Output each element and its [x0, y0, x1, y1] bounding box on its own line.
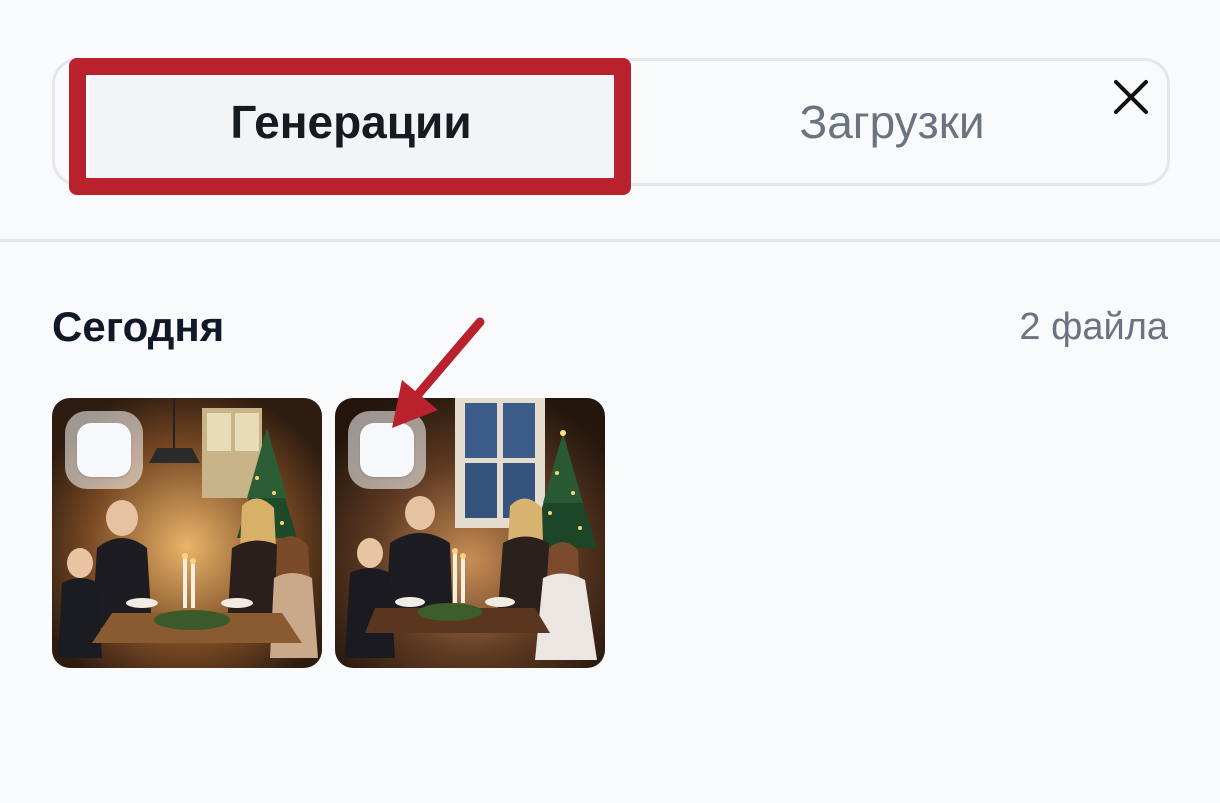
tab-generations[interactable]: Генерации — [89, 61, 613, 183]
close-button[interactable] — [1108, 74, 1154, 120]
checkbox-box — [360, 423, 414, 477]
checkbox-box — [77, 423, 131, 477]
select-checkbox[interactable] — [65, 411, 143, 489]
file-count: 2 файла — [1019, 306, 1168, 348]
tab-uploads[interactable]: Загрузки — [635, 61, 1149, 183]
close-icon — [1114, 80, 1148, 114]
image-thumbnail[interactable] — [335, 398, 605, 668]
header-divider — [0, 239, 1220, 242]
select-checkbox[interactable] — [348, 411, 426, 489]
tab-switcher: Генерации Загрузки — [52, 58, 1170, 186]
section-title: Сегодня — [52, 303, 225, 350]
image-thumbnail[interactable] — [52, 398, 322, 668]
